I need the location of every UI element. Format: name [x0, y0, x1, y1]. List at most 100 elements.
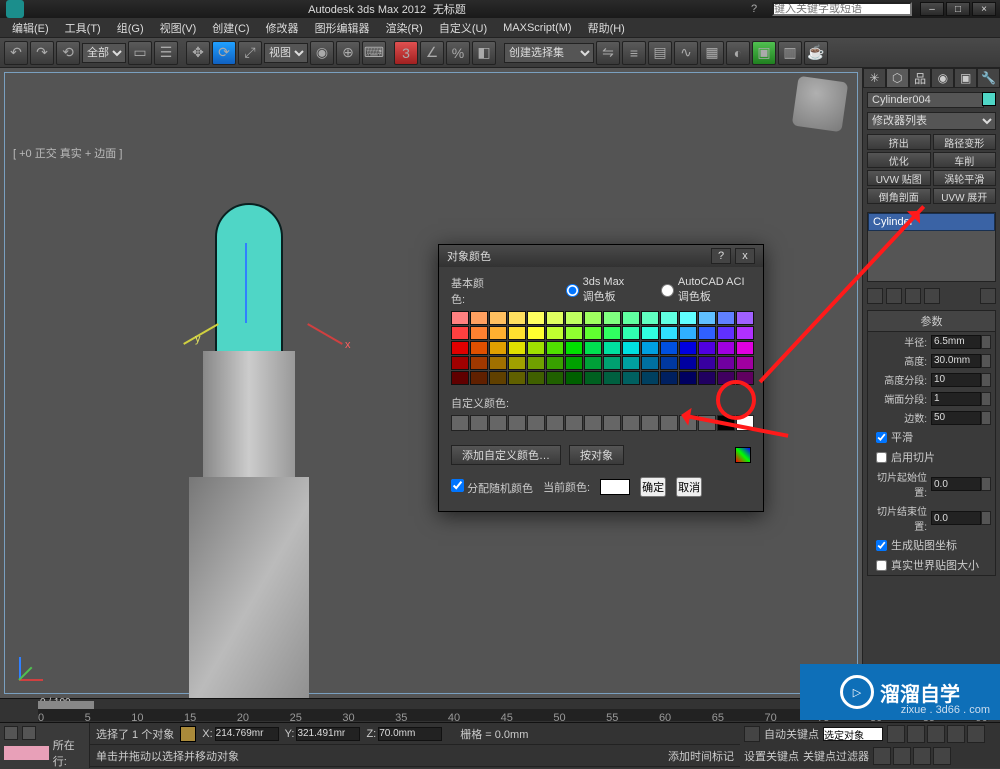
curve-editor-icon[interactable]: ∿: [674, 41, 698, 65]
modifier-list[interactable]: 修改器列表: [867, 112, 996, 130]
palette-swatch[interactable]: [451, 326, 469, 340]
menu-tools[interactable]: 工具(T): [57, 20, 109, 36]
schematic-icon[interactable]: ▦: [700, 41, 724, 65]
slice-checkbox[interactable]: [876, 452, 887, 463]
palette-swatch[interactable]: [736, 326, 754, 340]
mod-uvwmap[interactable]: UVW 贴图: [867, 170, 931, 186]
palette-swatch[interactable]: [546, 356, 564, 370]
stack-item-cylinder[interactable]: Cylinder: [868, 213, 995, 231]
palette-swatch[interactable]: [470, 356, 488, 370]
spinner-icon[interactable]: [981, 354, 991, 368]
stack-remove-icon[interactable]: [924, 288, 940, 304]
custom-swatch[interactable]: [641, 415, 659, 431]
palette-swatch[interactable]: [641, 371, 659, 385]
palette-swatch[interactable]: [527, 341, 545, 355]
stack-unique-icon[interactable]: [905, 288, 921, 304]
angle-snap-icon[interactable]: ∠: [420, 41, 444, 65]
key-target-input[interactable]: [823, 727, 883, 741]
object-color-swatch[interactable]: [982, 92, 996, 106]
help-icon[interactable]: ?: [744, 3, 764, 15]
palette-swatch[interactable]: [679, 356, 697, 370]
realworld-checkbox[interactable]: [876, 560, 887, 571]
key-mode-icon[interactable]: [744, 726, 760, 742]
dialog-close-icon[interactable]: x: [735, 248, 755, 264]
viewcube[interactable]: [792, 76, 848, 132]
add-time-tag[interactable]: 添加时间标记: [668, 748, 734, 764]
script-listener[interactable]: [4, 746, 49, 760]
palette-swatch[interactable]: [736, 311, 754, 325]
setkey-button[interactable]: 设置关键点: [744, 748, 799, 764]
palette-swatch[interactable]: [489, 326, 507, 340]
palette-swatch[interactable]: [527, 371, 545, 385]
y-input[interactable]: [296, 727, 360, 741]
viewport-label[interactable]: [ +0 正交 真实 + 边面 ]: [13, 145, 122, 161]
palette-swatch[interactable]: [508, 356, 526, 370]
palette-swatch[interactable]: [565, 371, 583, 385]
genuv-checkbox[interactable]: [876, 540, 887, 551]
palette-swatch[interactable]: [698, 371, 716, 385]
palette-swatch[interactable]: [679, 311, 697, 325]
named-selection-sets[interactable]: 创建选择集: [504, 43, 594, 63]
palette-swatch[interactable]: [584, 371, 602, 385]
palette-swatch[interactable]: [660, 371, 678, 385]
hseg-input[interactable]: [931, 373, 981, 387]
custom-swatch[interactable]: [698, 415, 716, 431]
maximize-button[interactable]: □: [946, 2, 970, 16]
mod-uvwunwrap[interactable]: UVW 展开: [933, 188, 997, 204]
palette-swatch[interactable]: [622, 356, 640, 370]
selection-filter[interactable]: 全部: [82, 43, 126, 63]
sides-input[interactable]: [931, 411, 981, 425]
custom-swatch[interactable]: [679, 415, 697, 431]
palette-swatch[interactable]: [679, 371, 697, 385]
palette-swatch[interactable]: [451, 371, 469, 385]
menu-maxscript[interactable]: MAXScript(M): [495, 22, 579, 34]
palette-swatch[interactable]: [717, 371, 735, 385]
palette-swatch[interactable]: [489, 356, 507, 370]
menu-customize[interactable]: 自定义(U): [431, 20, 495, 36]
palette-swatch[interactable]: [641, 341, 659, 355]
palette-swatch[interactable]: [641, 311, 659, 325]
autokey-button[interactable]: 自动关键点: [764, 726, 819, 742]
move-icon[interactable]: ✥: [186, 41, 210, 65]
menu-grapheditors[interactable]: 图形编辑器: [307, 20, 378, 36]
undo-icon[interactable]: ↶: [4, 41, 28, 65]
current-color-swatch[interactable]: [600, 479, 630, 495]
palette-swatch[interactable]: [508, 311, 526, 325]
palette-swatch[interactable]: [508, 371, 526, 385]
stack-show-icon[interactable]: [886, 288, 902, 304]
z-input[interactable]: [378, 727, 442, 741]
mod-pathdeform[interactable]: 路径变形: [933, 134, 997, 150]
play-icon[interactable]: [927, 725, 945, 743]
spinner-icon[interactable]: [981, 335, 991, 349]
palette-swatch[interactable]: [603, 356, 621, 370]
mod-turbosmooth[interactable]: 涡轮平滑: [933, 170, 997, 186]
palette-swatch[interactable]: [679, 326, 697, 340]
palette-swatch[interactable]: [527, 356, 545, 370]
palette-swatch[interactable]: [508, 341, 526, 355]
redo-icon[interactable]: ↷: [30, 41, 54, 65]
palette-swatch[interactable]: [622, 311, 640, 325]
mod-optimize[interactable]: 优化: [867, 152, 931, 168]
custom-swatch[interactable]: [565, 415, 583, 431]
spinner-icon[interactable]: [981, 411, 991, 425]
tab-hierarchy-icon[interactable]: 品: [909, 68, 932, 88]
palette-swatch[interactable]: [546, 371, 564, 385]
select-name-icon[interactable]: ☰: [154, 41, 178, 65]
mini-icon[interactable]: [22, 726, 36, 740]
palette-swatch[interactable]: [717, 311, 735, 325]
material-editor-icon[interactable]: ◐: [726, 41, 750, 65]
palette-swatch[interactable]: [584, 341, 602, 355]
select-icon[interactable]: ▭: [128, 41, 152, 65]
palette-swatch[interactable]: [565, 356, 583, 370]
palette-swatch[interactable]: [660, 356, 678, 370]
palette-swatch[interactable]: [603, 341, 621, 355]
link-icon[interactable]: ⟲: [56, 41, 80, 65]
palette-swatch[interactable]: [470, 326, 488, 340]
custom-swatch[interactable]: [622, 415, 640, 431]
search-input[interactable]: [772, 2, 912, 16]
object-name-input[interactable]: [867, 92, 984, 108]
palette-swatch[interactable]: [470, 341, 488, 355]
palette-swatch[interactable]: [489, 371, 507, 385]
snap-toggle-icon[interactable]: 3: [394, 41, 418, 65]
mod-extrude[interactable]: 挤出: [867, 134, 931, 150]
